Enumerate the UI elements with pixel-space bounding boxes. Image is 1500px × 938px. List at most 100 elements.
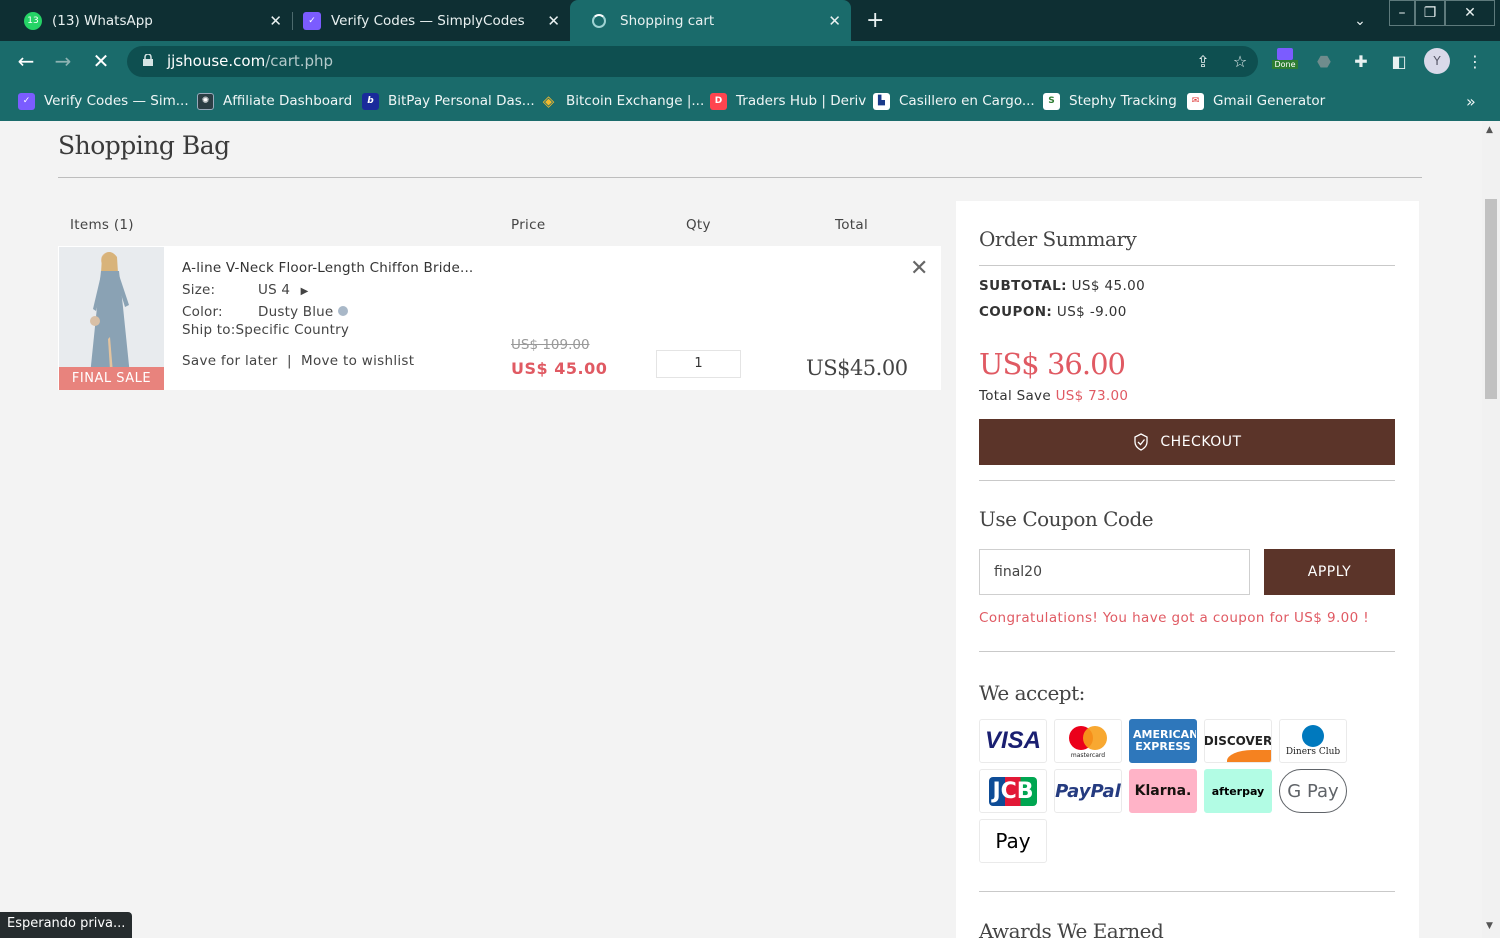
minimize-button[interactable]: – [1389, 0, 1415, 26]
restore-button[interactable]: ❐ [1415, 0, 1445, 26]
tab-search-icon[interactable]: ⌄ [1350, 8, 1370, 34]
discover-icon: DISCOVER [1204, 719, 1272, 763]
close-tab-icon[interactable]: ✕ [547, 12, 560, 30]
close-tab-icon[interactable]: ✕ [269, 12, 282, 30]
action-separator: | [287, 353, 292, 369]
page-content: Shopping Bag Items (1) Price Qty Total F… [0, 121, 1482, 938]
page-scrollbar[interactable]: ▲ ▼ [1482, 121, 1500, 938]
extension-gray-icon[interactable]: ⬣ [1313, 50, 1335, 72]
grand-total: US$ 36.00 [979, 347, 1126, 381]
amex-icon: AMERICAN EXPRESS [1129, 719, 1197, 763]
cart-item-row: FINAL SALE A-line V-Neck Floor-Length Ch… [58, 246, 941, 390]
subtotal-line: SUBTOTAL: US$ 45.00 [979, 278, 1146, 294]
visa-icon: VISA [979, 719, 1047, 763]
final-sale-badge: FINAL SALE [59, 367, 164, 390]
order-summary-panel: Order Summary SUBTOTAL: US$ 45.00 COUPON… [956, 201, 1419, 938]
product-name-link[interactable]: A-line V-Neck Floor-Length Chiffon Bride… [182, 260, 473, 276]
bookmark-item[interactable]: ✺ Affiliate Dashboard [197, 90, 352, 112]
tab-title: (13) WhatsApp [52, 12, 153, 29]
tab-title: Shopping cart [620, 12, 715, 29]
status-bar-text: Esperando priva... [0, 912, 133, 938]
shield-check-icon [1134, 433, 1149, 451]
loading-spinner-icon [592, 13, 606, 28]
more-bookmarks-icon[interactable]: » [1466, 90, 1476, 112]
diners-club-icon: Diners Club [1279, 719, 1347, 763]
save-for-later-link[interactable]: Save for later [182, 353, 278, 369]
scroll-down-icon[interactable]: ▼ [1486, 921, 1493, 931]
sale-price: US$ 45.00 [511, 359, 608, 378]
awards-heading: Awards We Earned [979, 919, 1164, 938]
jcb-icon: JCB [979, 769, 1047, 813]
bookmark-item[interactable]: D Traders Hub | Deriv [710, 90, 866, 112]
scroll-up-icon[interactable]: ▲ [1486, 125, 1493, 135]
bookmark-item[interactable]: S Stephy Tracking [1043, 90, 1177, 112]
line-total: US$45.00 [806, 356, 908, 380]
close-tab-icon[interactable]: ✕ [828, 12, 841, 30]
tab-shopping-cart[interactable]: Shopping cart ✕ [570, 0, 851, 41]
remove-item-icon[interactable]: ✕ [910, 258, 928, 280]
bookmarks-bar: ✓ Verify Codes — Sim... ✺ Affiliate Dashbo… [0, 81, 1500, 121]
coupon-heading: Use Coupon Code [979, 507, 1154, 531]
bookmark-item[interactable]: ▙ Casillero en Cargo... [873, 90, 1035, 112]
share-icon[interactable]: ⇪ [1192, 50, 1214, 72]
cargo-icon: ▙ [873, 92, 890, 110]
simplycodes-icon: ✓ [303, 11, 321, 30]
we-accept-heading: We accept: [979, 681, 1085, 705]
bookmark-item[interactable]: ✓ Verify Codes — Sim... [18, 90, 189, 112]
google-pay-icon: G Pay [1279, 769, 1347, 813]
quantity-input[interactable]: 1 [656, 350, 741, 378]
color-swatch-icon [337, 306, 348, 316]
size-selector[interactable]: US 4 ▶ [258, 282, 309, 298]
simplycodes-icon: ✓ [18, 92, 35, 110]
stop-loading-icon[interactable]: ✕ [89, 49, 113, 73]
browser-toolbar: ← → ✕ jjshouse.com/cart.php ⇪ ☆ Done ⬣ ✚… [0, 41, 1500, 81]
avatar[interactable]: Y [1424, 48, 1450, 74]
divider [979, 651, 1395, 652]
binance-icon: ◈ [542, 92, 555, 110]
checkout-button[interactable]: CHECKOUT [979, 419, 1395, 465]
side-panel-icon[interactable]: ◧ [1388, 50, 1410, 72]
bookmark-item[interactable]: b BitPay Personal Das... [362, 90, 535, 112]
apple-pay-icon: Pay [979, 819, 1047, 863]
gmail-generator-icon: ✉ [1187, 92, 1204, 110]
divider [979, 891, 1395, 892]
puzzle-icon[interactable]: ✚ [1350, 50, 1372, 72]
address-bar[interactable]: jjshouse.com/cart.php [127, 46, 1258, 77]
extension-icon[interactable]: Done [1272, 47, 1298, 69]
tracking-icon: S [1043, 92, 1060, 110]
divider [58, 177, 1422, 178]
extension-badge: Done [1272, 59, 1298, 69]
mastercard-icon: mastercard [1054, 719, 1122, 763]
klarna-icon: Klarna. [1129, 769, 1197, 813]
affiliate-icon: ✺ [197, 92, 214, 110]
divider [979, 265, 1395, 266]
product-image[interactable]: FINAL SALE [59, 247, 164, 390]
tab-simplycodes[interactable]: ✓ Verify Codes — SimplyCodes ✕ [293, 0, 570, 41]
move-to-wishlist-link[interactable]: Move to wishlist [301, 353, 414, 369]
paypal-icon: PayPal [1054, 769, 1122, 813]
apply-coupon-button[interactable]: APPLY [1264, 549, 1395, 595]
page-title: Shopping Bag [58, 131, 230, 160]
bookmark-item[interactable]: ◈ Bitcoin Exchange |... [540, 90, 705, 112]
forward-arrow-icon[interactable]: → [51, 49, 75, 73]
bookmark-star-icon[interactable]: ☆ [1229, 50, 1251, 72]
menu-icon[interactable]: ⋮ [1464, 50, 1486, 72]
scrollbar-thumb[interactable] [1485, 199, 1497, 399]
color-value-wrap: Dusty Blue [258, 304, 348, 320]
column-header-qty: Qty [686, 217, 711, 233]
back-arrow-icon[interactable]: ← [14, 49, 38, 73]
size-label: Size: [182, 282, 216, 298]
deriv-icon: D [710, 92, 727, 110]
size-value: US 4 [258, 282, 291, 298]
new-tab-button[interactable]: + [866, 8, 884, 33]
column-header-total: Total [835, 217, 869, 233]
bitpay-icon: b [362, 92, 379, 110]
coupon-code-input[interactable]: final20 [979, 549, 1250, 595]
tab-whatsapp[interactable]: 13 (13) WhatsApp ✕ [14, 0, 292, 41]
coupon-line: COUPON: US$ -9.00 [979, 304, 1127, 320]
url-text: jjshouse.com/cart.php [167, 52, 334, 70]
close-window-button[interactable]: ✕ [1445, 0, 1495, 26]
bookmark-item[interactable]: ✉ Gmail Generator [1187, 90, 1325, 112]
ship-to-text: Ship to:Specific Country [182, 322, 350, 338]
original-price: US$ 109.00 [511, 337, 590, 353]
